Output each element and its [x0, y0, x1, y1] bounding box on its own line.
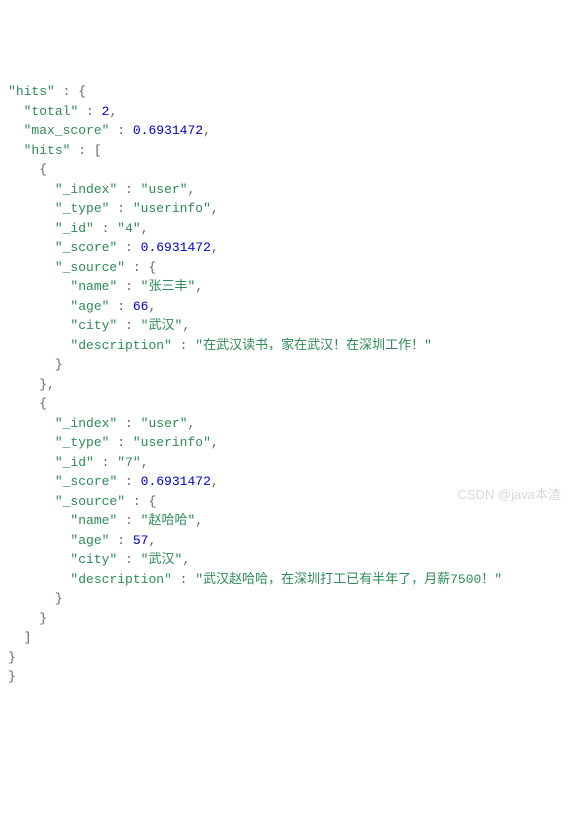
val-type: "userinfo": [133, 201, 211, 216]
val-city: "武汉": [141, 552, 183, 567]
val-description: "在武汉读书，家在武汉！在深圳工作！": [195, 338, 432, 353]
key-index: "_index": [55, 182, 117, 197]
key-name: "name": [70, 279, 117, 294]
val-age: 66: [133, 299, 149, 314]
key-city: "city": [70, 552, 117, 567]
val-max-score: 0.6931472: [133, 123, 203, 138]
key-description: "description": [70, 572, 171, 587]
val-name: "张三丰": [141, 279, 196, 294]
key-description: "description": [70, 338, 171, 353]
val-age: 57: [133, 533, 149, 548]
val-type: "userinfo": [133, 435, 211, 450]
val-score: 0.6931472: [141, 474, 211, 489]
key-inner-hits: "hits": [24, 143, 71, 158]
key-score: "_score": [55, 240, 117, 255]
key-age: "age": [70, 533, 109, 548]
val-index: "user": [141, 416, 188, 431]
val-name: "赵哈哈": [141, 513, 196, 528]
key-name: "name": [70, 513, 117, 528]
key-city: "city": [70, 318, 117, 333]
key-source: "_source": [55, 494, 125, 509]
key-id: "_id": [55, 221, 94, 236]
key-id: "_id": [55, 455, 94, 470]
key-score: "_score": [55, 474, 117, 489]
key-max-score: "max_score": [24, 123, 110, 138]
key-type: "_type": [55, 201, 110, 216]
key-age: "age": [70, 299, 109, 314]
val-index: "user": [141, 182, 188, 197]
json-code-block: "hits" : { "total" : 2, "max_score" : 0.…: [8, 82, 565, 687]
key-total: "total": [24, 104, 79, 119]
val-id: "4": [117, 221, 140, 236]
val-id: "7": [117, 455, 140, 470]
val-city: "武汉": [141, 318, 183, 333]
val-description: "武汉赵哈哈，在深圳打工已有半年了，月薪7500！": [195, 572, 502, 587]
key-index: "_index": [55, 416, 117, 431]
key-hits: "hits": [8, 84, 55, 99]
val-score: 0.6931472: [141, 240, 211, 255]
key-type: "_type": [55, 435, 110, 450]
key-source: "_source": [55, 260, 125, 275]
